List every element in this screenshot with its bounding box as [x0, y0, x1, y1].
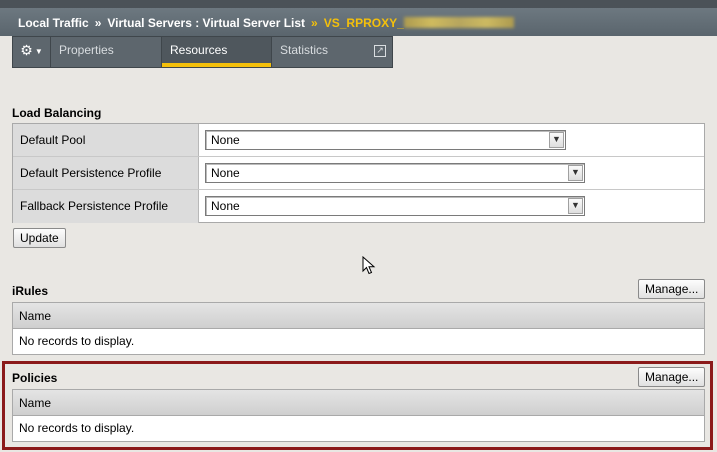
default-persistence-row: Default Persistence Profile None ▼: [13, 157, 704, 190]
breadcrumb-separator: »: [94, 16, 102, 30]
gear-icon: ⚙: [20, 42, 33, 58]
irules-name-column-header[interactable]: Name: [13, 303, 704, 329]
chevron-down-icon[interactable]: ▼: [568, 165, 583, 181]
default-pool-row: Default Pool None ▼: [13, 124, 704, 157]
fallback-persistence-select[interactable]: None ▼: [205, 196, 585, 216]
update-button[interactable]: Update: [13, 228, 66, 248]
load-balancing-table: Default Pool None ▼ Default Persistence …: [12, 123, 705, 223]
tab-resources[interactable]: Resources: [162, 37, 272, 67]
fallback-persistence-row: Fallback Persistence Profile None ▼: [13, 190, 704, 223]
default-pool-select[interactable]: None ▼: [205, 130, 566, 150]
default-pool-label: Default Pool: [13, 124, 199, 156]
breadcrumb-current: VS_RPROXY_: [323, 16, 404, 30]
mouse-cursor-icon: [362, 256, 376, 275]
tab-properties[interactable]: Properties: [51, 37, 162, 67]
policies-title: Policies: [12, 371, 58, 385]
tab-statistics[interactable]: Statistics ↗: [272, 37, 392, 67]
load-balancing-title: Load Balancing: [12, 106, 102, 120]
default-persistence-select[interactable]: None ▼: [205, 163, 585, 183]
tab-bar: ⚙ ▼ Properties Resources Statistics ↗: [12, 36, 393, 68]
policies-table: Name No records to display.: [12, 389, 705, 442]
breadcrumb-separator: »: [311, 16, 318, 30]
fallback-persistence-label: Fallback Persistence Profile: [13, 190, 199, 223]
breadcrumb: Local Traffic » Virtual Servers : Virtual …: [18, 16, 514, 30]
chevron-down-icon: ▼: [34, 47, 43, 56]
irules-title: iRules: [12, 284, 49, 298]
default-persistence-value: None: [211, 166, 240, 180]
policies-manage-button[interactable]: Manage...: [638, 367, 706, 387]
irules-table: Name No records to display.: [12, 302, 705, 355]
policies-empty-message: No records to display.: [19, 421, 135, 435]
irules-manage-button[interactable]: Manage...: [638, 279, 706, 299]
gear-menu-button[interactable]: ⚙ ▼: [13, 37, 51, 67]
breadcrumb-local-traffic[interactable]: Local Traffic: [18, 16, 89, 30]
redacted-name-blur: [403, 17, 514, 28]
chevron-down-icon[interactable]: ▼: [549, 132, 564, 148]
page-header: Local Traffic » Virtual Servers : Virtual …: [0, 0, 717, 36]
popout-icon[interactable]: ↗: [374, 45, 386, 57]
fallback-persistence-value: None: [211, 199, 240, 213]
tab-statistics-label: Statistics: [280, 43, 329, 57]
policies-name-column-header[interactable]: Name: [13, 390, 704, 416]
default-persistence-label: Default Persistence Profile: [13, 157, 199, 189]
default-pool-value: None: [211, 133, 240, 147]
breadcrumb-virtual-server-list[interactable]: Virtual Servers : Virtual Server List: [107, 16, 305, 30]
irules-empty-message: No records to display.: [19, 334, 135, 348]
chevron-down-icon[interactable]: ▼: [568, 198, 583, 214]
